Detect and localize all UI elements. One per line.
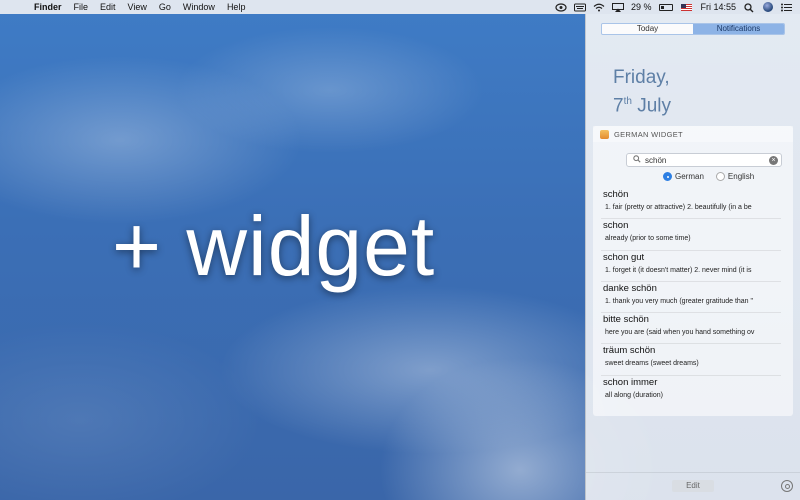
entry-word: träum schön <box>603 345 656 357</box>
list-item[interactable]: schon already (prior to some time) <box>601 219 781 251</box>
user-avatar-icon[interactable] <box>763 2 773 12</box>
menu-bar: Finder File Edit View Go Window Help 29 … <box>0 0 800 14</box>
menu-view[interactable]: View <box>122 2 153 12</box>
today-date: Friday, 7th July <box>613 66 671 118</box>
german-widget: GERMAN WIDGET schön × German English sch… <box>593 126 793 416</box>
search-input[interactable]: schön × <box>626 153 782 167</box>
list-item[interactable]: schon immer all along (duration) <box>601 376 781 407</box>
keyboard-icon[interactable] <box>573 3 586 12</box>
entry-word: schon gut <box>603 251 645 263</box>
search-icon <box>631 155 642 165</box>
list-item[interactable]: träum schön sweet dreams (sweet dreams) <box>601 344 781 376</box>
entry-word: bitte schön <box>603 314 649 326</box>
entry-word: danke schön <box>603 282 657 294</box>
results-list: schön 1. fair (pretty or attractive) 2. … <box>601 188 781 407</box>
entry-definition: 1. thank you very much (greater gratitud… <box>605 297 754 305</box>
notification-center-panel: Today Notifications Friday, 7th July GER… <box>585 14 800 500</box>
widget-overlay-text: + widget <box>112 199 436 293</box>
gear-icon[interactable] <box>781 480 793 492</box>
date-weekday: Friday, <box>613 67 670 88</box>
radio-german[interactable]: German <box>663 172 704 181</box>
tab-notifications[interactable]: Notifications <box>693 24 784 34</box>
radio-english[interactable]: English <box>715 172 755 181</box>
nc-tab-bar: Today Notifications <box>601 23 785 35</box>
radio-german-dot[interactable] <box>663 172 672 181</box>
entry-word: schön <box>603 189 629 200</box>
input-source-flag-icon[interactable] <box>681 3 693 11</box>
battery-percent[interactable]: 29 % <box>631 2 652 12</box>
menu-go[interactable]: Go <box>153 2 177 12</box>
list-item[interactable]: bitte schön here you are (said when you … <box>601 313 781 345</box>
spotlight-search-icon[interactable] <box>744 2 755 12</box>
radio-german-label: German <box>675 172 704 181</box>
widget-header: GERMAN WIDGET <box>593 126 793 142</box>
entry-definition: sweet dreams (sweet dreams) <box>605 360 699 368</box>
menu-edit[interactable]: Edit <box>94 2 122 12</box>
edit-button[interactable]: Edit <box>672 480 714 492</box>
entry-definition: 1. forget it (it doesn't matter) 2. neve… <box>605 266 752 274</box>
wifi-icon[interactable] <box>593 3 605 12</box>
tab-today[interactable]: Today <box>602 24 693 34</box>
nc-bottom-bar: Edit <box>586 472 800 500</box>
list-item[interactable]: schon gut 1. forget it (it doesn't matte… <box>601 251 781 282</box>
widget-title: GERMAN WIDGET <box>614 129 683 139</box>
radio-english-label: English <box>727 172 755 181</box>
notification-center-icon[interactable] <box>781 3 792 12</box>
menu-help[interactable]: Help <box>221 2 252 12</box>
date-day-month: 7th July <box>613 90 671 118</box>
entry-definition: already (prior to some time) <box>605 235 691 243</box>
menu-window[interactable]: Window <box>177 2 221 12</box>
battery-icon[interactable] <box>659 3 674 11</box>
airplay-icon[interactable] <box>611 2 624 12</box>
entry-word: schon <box>603 220 629 232</box>
german-widget-app-icon <box>600 129 609 139</box>
list-item[interactable]: schön 1. fair (pretty or attractive) 2. … <box>601 188 781 220</box>
entry-word: schon immer <box>603 376 658 388</box>
clear-search-icon[interactable]: × <box>769 155 778 165</box>
entry-definition: all along (duration) <box>605 391 663 399</box>
list-item[interactable]: danke schön 1. thank you very much (grea… <box>601 282 781 314</box>
entry-definition: 1. fair (pretty or attractive) 2. beauti… <box>605 204 752 211</box>
creative-cloud-icon[interactable] <box>555 2 567 12</box>
menu-file[interactable]: File <box>68 2 95 12</box>
menubar-clock[interactable]: Fri 14:55 <box>700 2 736 12</box>
entry-definition: here you are (said when you hand somethi… <box>605 329 755 337</box>
menu-finder[interactable]: Finder <box>28 2 68 12</box>
date-number: 7 <box>613 95 624 117</box>
radio-english-dot[interactable] <box>715 172 725 181</box>
date-month: July <box>637 95 671 117</box>
search-value: schön <box>645 155 667 165</box>
language-radio-group: German English <box>663 172 754 181</box>
date-suffix: th <box>623 96 632 107</box>
